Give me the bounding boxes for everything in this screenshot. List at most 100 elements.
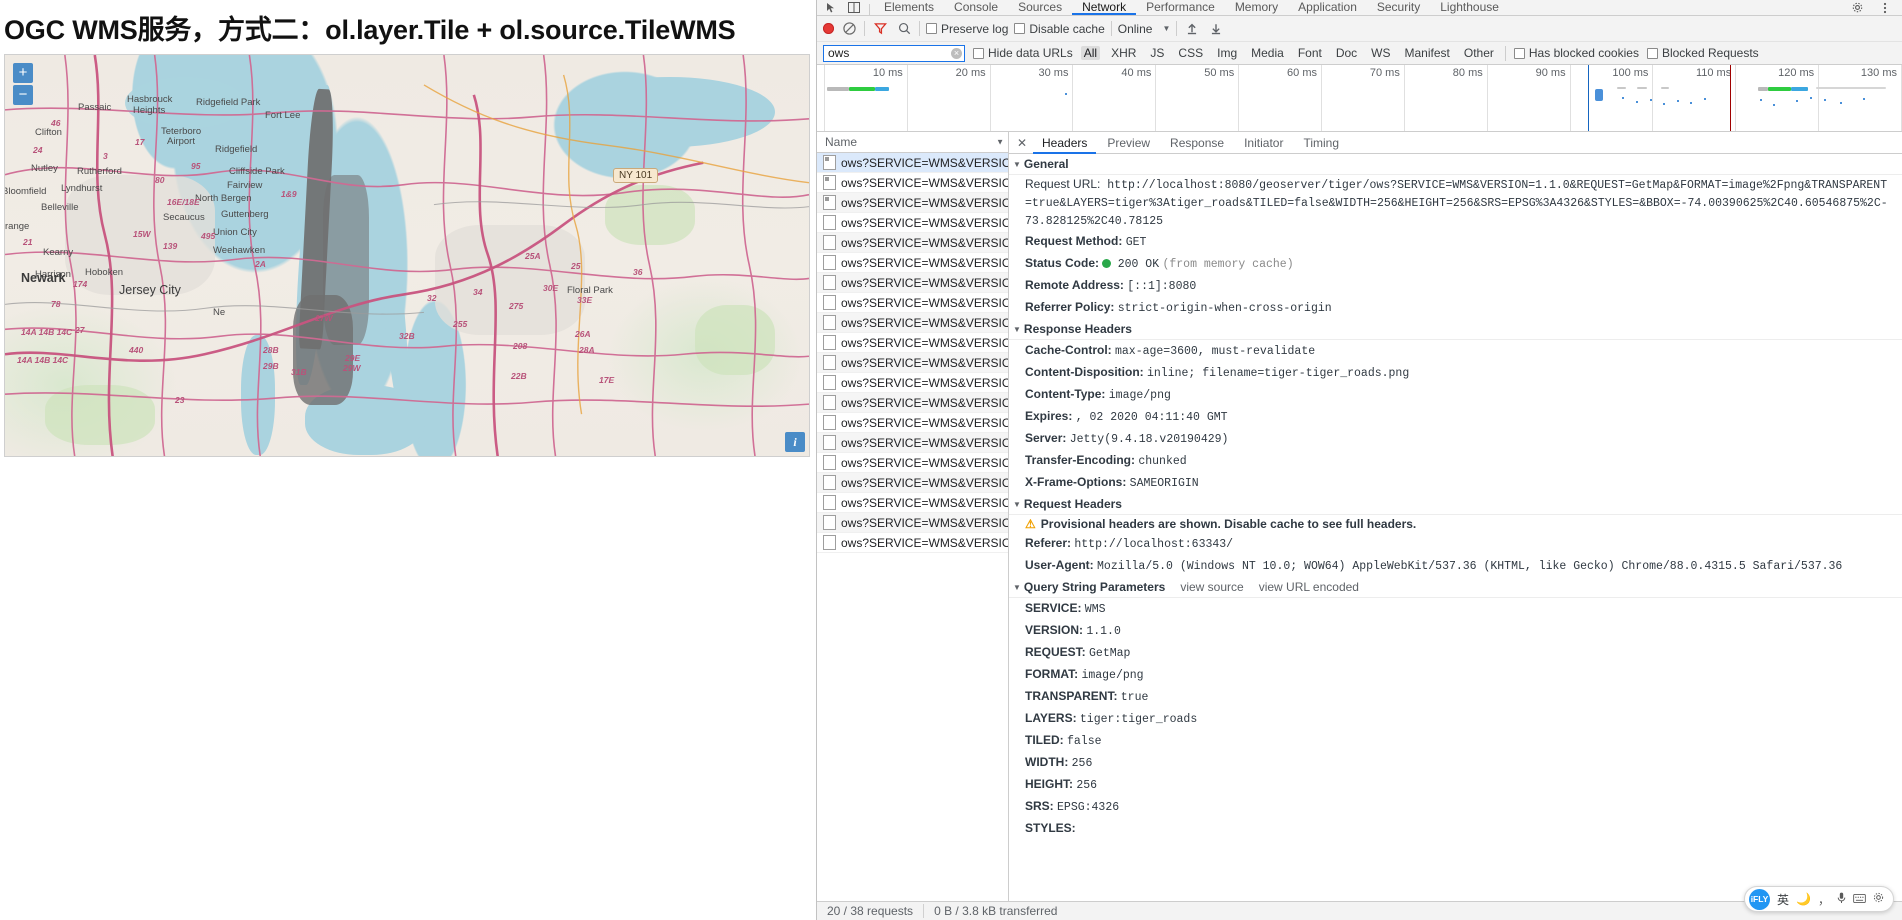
filter-type-img[interactable]: Img <box>1214 46 1240 60</box>
punctuation-icon[interactable]: ， <box>1818 891 1830 908</box>
search-icon[interactable] <box>895 20 913 38</box>
inspect-element-icon[interactable] <box>821 0 843 15</box>
filter-type-css[interactable]: CSS <box>1175 46 1206 60</box>
throttling-select[interactable]: Online ▼ <box>1118 22 1171 36</box>
view-url-encoded-link[interactable]: view URL encoded <box>1259 580 1359 594</box>
clear-input-icon[interactable]: × <box>951 48 962 59</box>
detail-tab-initiator[interactable]: Initiator <box>1235 132 1292 154</box>
blocked-requests-checkbox[interactable]: Blocked Requests <box>1647 46 1759 60</box>
filter-funnel-icon[interactable] <box>871 20 889 38</box>
request-row[interactable]: ows?SERVICE=WMS&VERSION=1.1.... <box>817 453 1008 473</box>
request-row[interactable]: ows?SERVICE=WMS&VERSION=1.1.... <box>817 213 1008 233</box>
toggle-device-toolbar-icon[interactable] <box>843 0 865 15</box>
tab-sources[interactable]: Sources <box>1008 0 1072 15</box>
overview-tick: 90 ms <box>1536 67 1566 79</box>
request-row[interactable]: ows?SERVICE=WMS&VERSION=1.1.... <box>817 173 1008 193</box>
export-har-icon[interactable] <box>1207 20 1225 38</box>
has-blocked-cookies-checkbox[interactable]: Has blocked cookies <box>1514 46 1639 60</box>
request-row[interactable]: ows?SERVICE=WMS&VERSION=1.1.... <box>817 333 1008 353</box>
remote-address-row: Remote Address: [::1]:8080 <box>1009 275 1902 297</box>
keyboard-icon[interactable] <box>1853 892 1866 906</box>
disable-cache-checkbox[interactable]: Disable cache <box>1014 22 1104 36</box>
ime-toolbar[interactable]: iFLY 英 🌙 ， <box>1744 886 1894 912</box>
tab-lighthouse[interactable]: Lighthouse <box>1430 0 1509 15</box>
tab-network[interactable]: Network <box>1072 0 1136 15</box>
overview-cell: 120 ms <box>1736 65 1819 131</box>
tab-console[interactable]: Console <box>944 0 1008 15</box>
requests-column-header[interactable]: Name ▼ <box>817 132 1008 153</box>
request-row[interactable]: ows?SERVICE=WMS&VERSION=1.1.... <box>817 513 1008 533</box>
microphone-icon[interactable] <box>1837 892 1846 907</box>
image-resource-icon <box>823 535 836 550</box>
header-key: Transfer-Encoding: <box>1025 453 1138 467</box>
openlayers-map[interactable]: Clifton Passaic Hasbrouck Heights Ridgef… <box>4 54 810 457</box>
request-row[interactable]: ows?SERVICE=WMS&VERSION=1.1.... <box>817 253 1008 273</box>
request-row[interactable]: ows?SERVICE=WMS&VERSION=1.1.... <box>817 473 1008 493</box>
overview-tick: 80 ms <box>1453 67 1483 79</box>
request-row[interactable]: ows?SERVICE=WMS&VERSION=1.1.... <box>817 373 1008 393</box>
section-request-headers-header[interactable]: ▼ Request Headers <box>1009 494 1902 515</box>
filter-type-doc[interactable]: Doc <box>1333 46 1360 60</box>
blocked-requests-label: Blocked Requests <box>1662 46 1759 60</box>
tab-security[interactable]: Security <box>1367 0 1430 15</box>
detail-tab-preview[interactable]: Preview <box>1098 132 1159 154</box>
filter-type-js[interactable]: JS <box>1147 46 1167 60</box>
filter-type-all[interactable]: All <box>1081 46 1100 60</box>
request-name: ows?SERVICE=WMS&VERSION=1.1.... <box>841 196 1008 210</box>
import-har-icon[interactable] <box>1183 20 1201 38</box>
clear-icon[interactable] <box>840 20 858 38</box>
map-zoom-control[interactable]: + − <box>13 63 33 105</box>
request-row[interactable]: ows?SERVICE=WMS&VERSION=1.1.... <box>817 533 1008 553</box>
filter-type-font[interactable]: Font <box>1295 46 1325 60</box>
request-row[interactable]: ows?SERVICE=WMS&VERSION=1.1.... <box>817 193 1008 213</box>
request-row[interactable]: ows?SERVICE=WMS&VERSION=1.1.... <box>817 273 1008 293</box>
query-param-row: FORMAT: image/png <box>1009 664 1902 686</box>
response-header-row: Server: Jetty(9.4.18.v20190429) <box>1009 428 1902 450</box>
tab-performance[interactable]: Performance <box>1136 0 1225 15</box>
filter-input[interactable] <box>823 45 965 62</box>
hide-data-urls-checkbox[interactable]: Hide data URLs <box>973 46 1073 60</box>
request-row[interactable]: ows?SERVICE=WMS&VERSION=1.1.... <box>817 153 1008 173</box>
section-response-headers-header[interactable]: ▼ Response Headers <box>1009 319 1902 340</box>
request-row[interactable]: ows?SERVICE=WMS&VERSION=1.1.... <box>817 293 1008 313</box>
map-zoom-in-button[interactable]: + <box>13 63 33 83</box>
filter-type-ws[interactable]: WS <box>1368 46 1393 60</box>
filter-type-manifest[interactable]: Manifest <box>1402 46 1453 60</box>
section-general-header[interactable]: ▼ General <box>1009 154 1902 175</box>
more-vertical-icon[interactable] <box>1874 0 1896 15</box>
filter-type-media[interactable]: Media <box>1248 46 1287 60</box>
request-row[interactable]: ows?SERVICE=WMS&VERSION=1.1.... <box>817 393 1008 413</box>
request-row[interactable]: ows?SERVICE=WMS&VERSION=1.1.... <box>817 493 1008 513</box>
filter-type-other[interactable]: Other <box>1461 46 1497 60</box>
map-zoom-out-button[interactable]: − <box>13 85 33 105</box>
image-resource-icon <box>823 515 836 530</box>
detail-scroll-area[interactable]: ▼ General Request URL: http://localhost:… <box>1009 154 1902 901</box>
remote-address-value: [::1]:8080 <box>1127 280 1196 293</box>
record-dot-icon[interactable] <box>823 23 834 34</box>
request-row[interactable]: ows?SERVICE=WMS&VERSION=1.1.... <box>817 313 1008 333</box>
preserve-log-checkbox[interactable]: Preserve log <box>926 22 1008 36</box>
requests-list[interactable]: ows?SERVICE=WMS&VERSION=1.1....ows?SERVI… <box>817 153 1008 901</box>
network-overview-timeline[interactable]: 10 ms 20 ms 30 ms 40 ms 50 ms 60 ms 70 m… <box>817 65 1902 132</box>
filter-type-xhr[interactable]: XHR <box>1108 46 1139 60</box>
tab-elements[interactable]: Elements <box>874 0 944 15</box>
request-row[interactable]: ows?SERVICE=WMS&VERSION=1.1.... <box>817 433 1008 453</box>
request-row[interactable]: ows?SERVICE=WMS&VERSION=1.1.... <box>817 353 1008 373</box>
tab-application[interactable]: Application <box>1288 0 1367 15</box>
detail-tab-response[interactable]: Response <box>1161 132 1233 154</box>
request-row[interactable]: ows?SERVICE=WMS&VERSION=1.1.... <box>817 413 1008 433</box>
moon-icon[interactable]: 🌙 <box>1796 892 1811 906</box>
gear-icon[interactable] <box>1873 892 1884 906</box>
tab-memory[interactable]: Memory <box>1225 0 1288 15</box>
map-attribution-button[interactable]: i <box>785 432 805 452</box>
section-query-string-header[interactable]: ▼ Query String Parameters view source vi… <box>1009 577 1902 598</box>
header-value: GetMap <box>1089 647 1130 660</box>
ime-language-toggle[interactable]: 英 <box>1777 891 1789 908</box>
detail-tab-timing[interactable]: Timing <box>1294 132 1348 154</box>
gear-icon[interactable] <box>1846 0 1868 15</box>
close-icon[interactable]: ✕ <box>1013 136 1031 150</box>
status-ok-icon <box>1102 259 1111 268</box>
view-source-link[interactable]: view source <box>1180 580 1243 594</box>
detail-tab-headers[interactable]: Headers <box>1033 132 1096 154</box>
request-row[interactable]: ows?SERVICE=WMS&VERSION=1.1.... <box>817 233 1008 253</box>
